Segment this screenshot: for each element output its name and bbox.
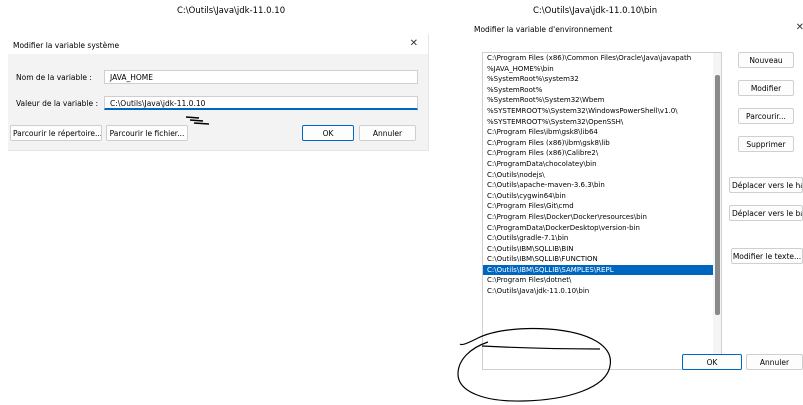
move-down-button[interactable]: Déplacer vers le bas xyxy=(729,205,803,221)
edit-button[interactable]: Modifier xyxy=(738,80,794,96)
close-icon[interactable]: ✕ xyxy=(410,38,418,49)
path-list-item[interactable]: C:\Program Files (x86)\ibm\gsk8\lib xyxy=(483,138,721,149)
path-list-item[interactable]: C:\Program Files\Git\cmd xyxy=(483,201,721,212)
path-list-item[interactable]: C:\Outils\apache-maven-3.6.3\bin xyxy=(483,180,721,191)
path-list-item[interactable]: C:\Program Files\ibm\gsk8\lib64 xyxy=(483,127,721,138)
browse-directory-button[interactable]: Parcourir le répertoire... xyxy=(10,125,102,141)
path-list-item[interactable]: C:\ProgramData\chocolatey\bin xyxy=(483,159,721,170)
env-variable-dialog: Modifier la variable d'environnement ✕ C… xyxy=(474,22,803,388)
scrollbar-thumb[interactable] xyxy=(715,75,720,315)
path-list-item[interactable]: %SystemRoot% xyxy=(483,85,721,96)
variable-name-label: Nom de la variable : xyxy=(16,73,92,82)
path-list-item[interactable]: %SYSTEMROOT%\System32\WindowsPowerShell\… xyxy=(483,106,721,117)
path-list-item[interactable]: C:\Outils\gradle-7.1\bin xyxy=(483,233,721,244)
path-list-item[interactable]: C:\Outils\IBM\SQLLIB\FUNCTION xyxy=(483,254,721,265)
browse-button[interactable]: Parcourir... xyxy=(738,108,794,124)
dialog-body: Nom de la variable : JAVA_HOME Valeur de… xyxy=(8,54,428,150)
path-list-item[interactable]: C:\Program Files\Docker\Docker\resources… xyxy=(483,212,721,223)
path-list[interactable]: C:\Program Files (x86)\Common Files\Orac… xyxy=(482,52,722,370)
ok-button[interactable]: OK xyxy=(682,354,742,370)
path-list-item[interactable]: C:\Outils\IBM\SQLLIB\BIN xyxy=(483,244,721,255)
path-list-item[interactable]: %JAVA_HOME%\bin xyxy=(483,64,721,75)
close-icon[interactable]: ✕ xyxy=(796,22,803,33)
path-list-item[interactable]: C:\Outils\cygwin64\bin xyxy=(483,191,721,202)
browse-file-button[interactable]: Parcourir le fichier... xyxy=(106,125,188,141)
path-list-item[interactable]: C:\Outils\IBM\SQLLIB\SAMPLES\REPL xyxy=(483,264,721,276)
caption-left: C:\Outils\Java\jdk-11.0.10 xyxy=(177,6,286,16)
path-list-item[interactable]: %SYSTEMROOT%\System32\OpenSSH\ xyxy=(483,117,721,128)
move-up-button[interactable]: Déplacer vers le haut xyxy=(729,177,803,193)
cancel-button[interactable]: Annuler xyxy=(746,354,803,370)
path-list-item[interactable]: C:\Program Files (x86)\Calibre2\ xyxy=(483,148,721,159)
path-list-item[interactable]: %SystemRoot%\system32 xyxy=(483,74,721,85)
scrollbar[interactable] xyxy=(713,53,721,369)
path-list-item[interactable]: %SystemRoot%\System32\Wbem xyxy=(483,95,721,106)
path-list-item[interactable]: C:\Outils\nodejs\ xyxy=(483,170,721,181)
path-list-item[interactable]: C:\Program Files (x86)\Common Files\Orac… xyxy=(483,53,721,64)
cancel-button[interactable]: Annuler xyxy=(359,125,416,141)
path-list-items: C:\Program Files (x86)\Common Files\Orac… xyxy=(483,53,721,297)
new-button[interactable]: Nouveau xyxy=(738,52,794,68)
dialog-title: Modifier la variable d'environnement xyxy=(474,25,613,34)
path-list-item[interactable]: C:\Outils\Java\jdk-11.0.10\bin xyxy=(483,286,721,297)
ok-button[interactable]: OK xyxy=(302,125,354,141)
path-list-item[interactable]: C:\ProgramData\DockerDesktop\version-bin xyxy=(483,223,721,234)
delete-button[interactable]: Supprimer xyxy=(738,136,794,152)
edit-text-button[interactable]: Modifier le texte... xyxy=(731,248,803,264)
variable-value-label: Valeur de la variable : xyxy=(16,99,99,108)
dialog-title: Modifier la variable système xyxy=(13,41,120,50)
caption-right: C:\Outils\Java\jdk-11.0.10\bin xyxy=(533,6,658,16)
path-list-item[interactable]: C:\Program Files\dotnet\ xyxy=(483,275,721,286)
variable-value-field[interactable]: C:\Outils\Java\jdk-11.0.10 xyxy=(104,96,418,110)
variable-name-field[interactable]: JAVA_HOME xyxy=(104,70,418,84)
system-variable-dialog: Modifier la variable système ✕ Nom de la… xyxy=(8,34,429,151)
